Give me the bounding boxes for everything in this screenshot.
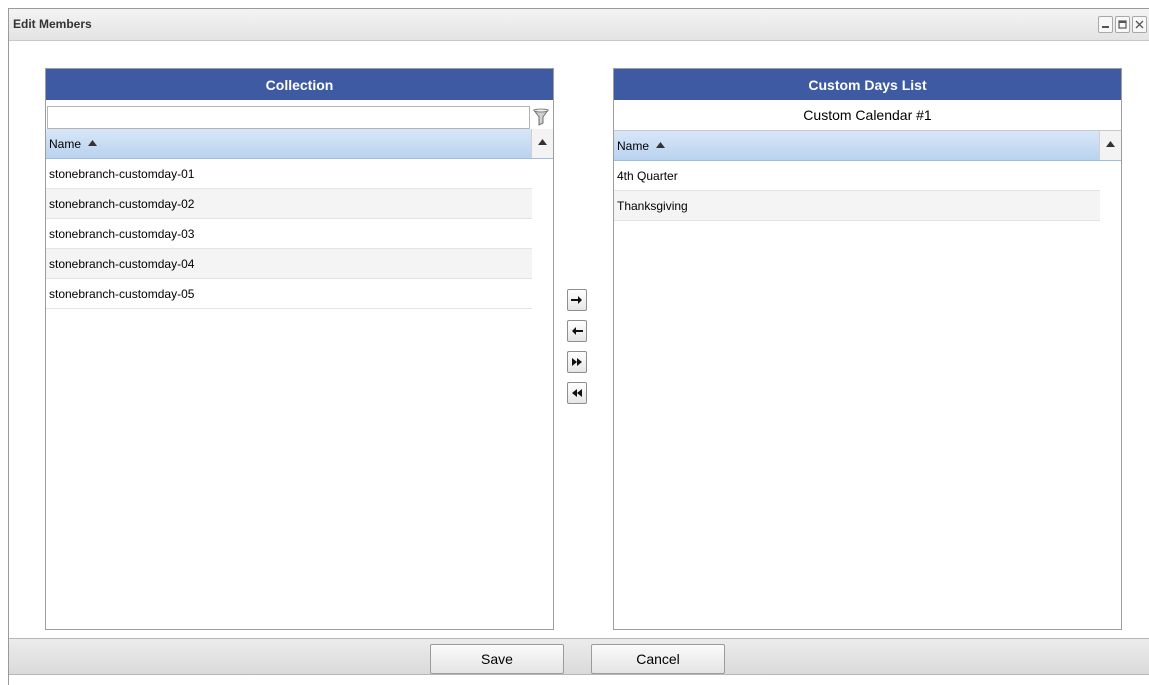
move-all-right-button[interactable] bbox=[567, 351, 587, 373]
scroll-up-button[interactable] bbox=[1099, 131, 1121, 160]
move-right-button[interactable] bbox=[567, 289, 587, 311]
list-item[interactable]: stonebranch-customday-04 bbox=[46, 249, 532, 279]
collection-header: Collection bbox=[46, 69, 553, 100]
custom-days-header: Custom Days List bbox=[614, 69, 1121, 100]
edit-members-window: Edit Members Collection Name stonebranch… bbox=[8, 8, 1149, 685]
save-button[interactable]: Save bbox=[430, 644, 564, 674]
arrow-right-icon bbox=[571, 296, 582, 304]
move-all-left-button[interactable] bbox=[567, 382, 587, 404]
custom-days-panel: Custom Days List Custom Calendar #1 Name… bbox=[613, 68, 1122, 630]
list-item[interactable]: stonebranch-customday-01 bbox=[46, 159, 532, 189]
transfer-buttons bbox=[567, 289, 587, 404]
minimize-icon[interactable] bbox=[1098, 16, 1113, 33]
dialog-footer: Save Cancel bbox=[9, 638, 1149, 675]
custom-days-grid-header[interactable]: Name bbox=[614, 131, 1121, 161]
arrow-left-icon bbox=[572, 327, 583, 335]
caret-up-icon bbox=[1106, 141, 1115, 147]
collection-grid-header[interactable]: Name bbox=[46, 129, 553, 159]
collection-list: stonebranch-customday-01 stonebranch-cus… bbox=[46, 159, 532, 309]
filter-icon[interactable] bbox=[533, 108, 549, 126]
caret-up-icon bbox=[538, 139, 547, 145]
custom-days-list: 4th Quarter Thanksgiving bbox=[614, 161, 1100, 221]
name-column-header[interactable]: Name bbox=[617, 139, 666, 153]
double-arrow-left-icon bbox=[572, 389, 582, 397]
move-left-button[interactable] bbox=[567, 320, 587, 342]
window-title: Edit Members bbox=[13, 17, 92, 31]
sort-ascending-icon bbox=[88, 140, 98, 146]
collection-panel: Collection Name stonebranch-customday-01… bbox=[45, 68, 554, 630]
collection-filter-input[interactable] bbox=[47, 106, 530, 129]
list-item[interactable]: Thanksgiving bbox=[614, 191, 1100, 221]
double-arrow-right-icon bbox=[572, 358, 582, 366]
title-bar[interactable]: Edit Members bbox=[9, 9, 1149, 41]
scroll-up-button[interactable] bbox=[531, 129, 553, 158]
close-icon[interactable] bbox=[1132, 16, 1147, 33]
list-item[interactable]: 4th Quarter bbox=[614, 161, 1100, 191]
list-item[interactable]: stonebranch-customday-05 bbox=[46, 279, 532, 309]
cancel-button[interactable]: Cancel bbox=[591, 644, 725, 674]
maximize-icon[interactable] bbox=[1115, 16, 1130, 33]
list-item[interactable]: stonebranch-customday-02 bbox=[46, 189, 532, 219]
filter-row bbox=[46, 100, 553, 129]
window-controls bbox=[1098, 16, 1147, 33]
sort-ascending-icon bbox=[656, 142, 666, 148]
calendar-name: Custom Calendar #1 bbox=[614, 100, 1121, 131]
name-column-header[interactable]: Name bbox=[49, 137, 98, 151]
list-item[interactable]: stonebranch-customday-03 bbox=[46, 219, 532, 249]
